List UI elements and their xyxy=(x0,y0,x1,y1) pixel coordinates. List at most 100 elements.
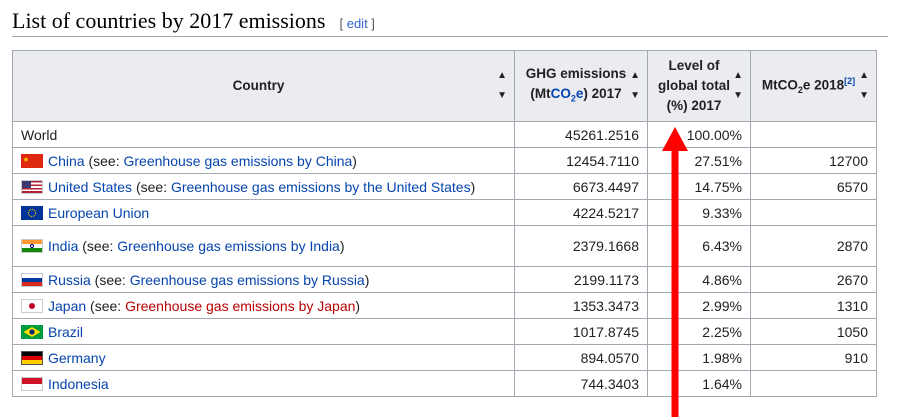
header-ghg-label: GHG emissions (MtCO2e) 2017 xyxy=(526,64,637,109)
mt2018-cell: 6570 xyxy=(750,173,877,200)
country-cell: World xyxy=(12,121,515,148)
mt2018-cell xyxy=(750,370,877,397)
country-link[interactable]: Brazil xyxy=(48,324,83,340)
ghg-cell: 2199.1173 xyxy=(514,266,648,293)
country-link[interactable]: European Union xyxy=(48,205,149,221)
mt2018-cell: 1050 xyxy=(750,318,877,345)
see-text: (see: xyxy=(132,178,171,195)
see-text: (see: xyxy=(78,238,118,254)
china-flag-icon xyxy=(21,153,43,168)
mt2018-cell: 2670 xyxy=(750,266,877,293)
see-close: ) xyxy=(339,238,345,254)
country-cell: Japan (see: Greenhouse gas emissions by … xyxy=(12,292,515,319)
see-link[interactable]: Greenhouse gas emissions by India xyxy=(117,238,340,254)
ghg-cell: 744.3403 xyxy=(514,370,648,397)
mt2018-cell xyxy=(750,199,877,226)
table-row: European Union 4224.5217 9.33% xyxy=(12,199,877,226)
edit-link[interactable]: edit xyxy=(347,16,368,31)
see-link[interactable]: Greenhouse gas emissions by Russia xyxy=(130,272,365,288)
table-header-row: Country ▲ ▼ GHG emissions (MtCO2e) 2017 ▲… xyxy=(12,50,877,122)
table-row: Russia (see: Greenhouse gas emissions by… xyxy=(12,266,877,293)
co2-link[interactable]: CO2e xyxy=(550,85,584,104)
sort-icon[interactable]: ▲ ▼ xyxy=(497,66,507,106)
header-level-line2: global total xyxy=(658,78,730,93)
see-link[interactable]: Greenhouse gas emissions by China xyxy=(124,153,353,169)
country-cell: United States (see: Greenhouse gas emiss… xyxy=(12,173,515,200)
emissions-table: Country ▲ ▼ GHG emissions (MtCO2e) 2017 ▲… xyxy=(12,50,877,397)
mt2018-cell: 1310 xyxy=(750,292,877,319)
ghg-cell: 894.0570 xyxy=(514,344,648,371)
sort-icon[interactable]: ▲ ▼ xyxy=(630,66,640,106)
country-link[interactable]: Japan xyxy=(48,298,86,314)
see-close: ) xyxy=(364,271,370,288)
country-cell: Russia (see: Greenhouse gas emissions by… xyxy=(12,266,515,293)
header-level-label: Level of global total (%) 2017 xyxy=(658,56,740,116)
country-cell: Germany xyxy=(12,344,515,371)
see-close: ) xyxy=(352,152,357,169)
ghg-cell: 6673.4497 xyxy=(514,173,648,200)
table-row: Japan (see: Greenhouse gas emissions by … xyxy=(12,292,877,319)
table-row: India (see: Greenhouse gas emissions by … xyxy=(12,225,877,267)
section-heading: List of countries by 2017 emissions [ edi… xyxy=(12,6,888,37)
see-text: (see: xyxy=(84,152,124,169)
japan-flag-icon xyxy=(21,298,43,313)
country-link[interactable]: Indonesia xyxy=(48,376,109,392)
country-cell: India (see: Greenhouse gas emissions by … xyxy=(12,225,515,267)
country-cell: Brazil xyxy=(12,318,515,345)
eu-flag-icon xyxy=(21,205,43,220)
ghg-cell: 1017.8745 xyxy=(514,318,648,345)
header-level-line3: (%) 2017 xyxy=(666,98,722,113)
ghg-cell: 12454.7110 xyxy=(514,147,648,174)
table-row: United States (see: Greenhouse gas emiss… xyxy=(12,173,877,200)
see-link[interactable]: Greenhouse gas emissions by the United S… xyxy=(171,179,471,195)
edit-section: [ edit ] xyxy=(339,16,374,31)
mt2018-cell: 910 xyxy=(750,344,877,371)
arrow-up-icon xyxy=(662,127,688,417)
header-ghg-pre: (Mt xyxy=(530,85,551,101)
country-name: World xyxy=(21,126,58,143)
see-close: ) xyxy=(355,297,361,314)
header-mt-pre: MtCO xyxy=(761,77,798,93)
header-country-label: Country xyxy=(232,78,285,93)
header-level-line1: Level of xyxy=(668,58,720,73)
see-link[interactable]: Greenhouse gas emissions by Japan xyxy=(125,298,355,314)
see-text: (see: xyxy=(90,271,130,288)
co2-link-text: CO xyxy=(550,85,571,101)
mt2018-cell xyxy=(750,121,877,148)
edit-bracket-close: ] xyxy=(367,16,375,31)
country-link[interactable]: Germany xyxy=(48,350,106,366)
brazil-flag-icon xyxy=(21,324,43,339)
mt2018-cell: 12700 xyxy=(750,147,877,174)
reference-link[interactable]: [2] xyxy=(844,76,855,86)
edit-bracket-open: [ xyxy=(339,16,347,31)
sort-icon[interactable]: ▲ ▼ xyxy=(859,66,869,106)
table-row: Germany 894.0570 1.98% 910 xyxy=(12,344,877,371)
country-link[interactable]: India xyxy=(48,238,78,254)
country-link[interactable]: China xyxy=(48,153,85,169)
india-flag-icon xyxy=(21,239,43,253)
germany-flag-icon xyxy=(21,350,43,365)
table-row: Indonesia 744.3403 1.64% xyxy=(12,370,877,397)
table-row: World 45261.2516 100.00% xyxy=(12,121,877,148)
header-country[interactable]: Country ▲ ▼ xyxy=(12,50,515,122)
indonesia-flag-icon xyxy=(21,376,43,391)
header-level-global-total[interactable]: Level of global total (%) 2017 ▲ ▼ xyxy=(647,50,751,122)
country-cell: Indonesia xyxy=(12,370,515,397)
sort-icon[interactable]: ▲ ▼ xyxy=(733,66,743,106)
see-close: ) xyxy=(470,178,476,195)
header-ghg-emissions[interactable]: GHG emissions (MtCO2e) 2017 ▲ ▼ xyxy=(514,50,648,122)
table-row: Brazil 1017.8745 2.25% 1050 xyxy=(12,318,877,345)
header-ghg-post: ) 2017 xyxy=(583,85,622,101)
header-mtco2e-2018[interactable]: MtCO2e 2018[2] ▲ ▼ xyxy=(750,50,877,122)
ghg-cell: 4224.5217 xyxy=(514,199,648,226)
country-link[interactable]: Russia xyxy=(48,272,91,288)
country-link[interactable]: United States xyxy=(48,179,132,195)
ghg-cell: 2379.1668 xyxy=(514,225,648,267)
header-ghg-line1: GHG emissions xyxy=(525,65,627,81)
country-cell: European Union xyxy=(12,199,515,226)
see-text: (see: xyxy=(86,297,126,314)
section-title: List of countries by 2017 emissions xyxy=(12,8,326,33)
ghg-cell: 45261.2516 xyxy=(514,121,648,148)
russia-flag-icon xyxy=(21,272,43,287)
usa-flag-icon xyxy=(21,179,43,194)
